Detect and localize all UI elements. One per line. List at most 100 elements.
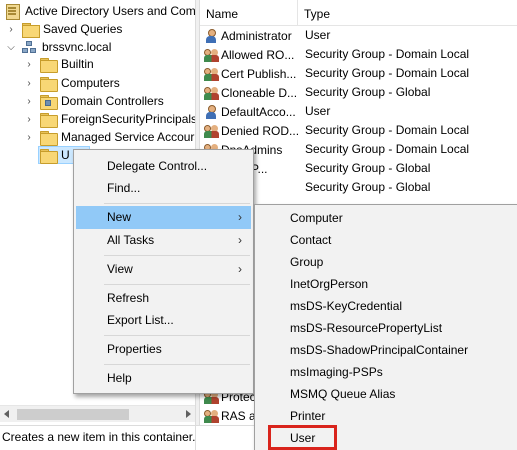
chevron-right-icon[interactable]: ›	[6, 20, 16, 38]
tree-item-builtin[interactable]: Builtin	[40, 55, 94, 73]
chevron-right-icon[interactable]: ›	[24, 92, 34, 110]
list-row[interactable]: Allowed RO... Security Group - Domain Loc…	[200, 45, 517, 64]
submenu-item-msmq-queue-alias[interactable]: MSMQ Queue Alias	[257, 383, 516, 406]
menu-item-view[interactable]: View ›	[76, 258, 251, 281]
menu-item-label: New	[107, 210, 132, 224]
tree-item-foreign-security-principals[interactable]: ForeignSecurityPrincipals	[40, 110, 195, 128]
chevron-right-icon[interactable]: ›	[24, 128, 34, 146]
tree-item-label: Builtin	[61, 57, 94, 71]
tree-item-saved-queries[interactable]: Saved Queries	[22, 20, 122, 38]
menu-item-label: Computer	[290, 211, 343, 225]
column-header-name[interactable]: Name	[200, 0, 298, 26]
tree-root[interactable]: Active Directory Users and Com	[4, 2, 195, 20]
list-row[interactable]: Administrator User	[200, 26, 517, 45]
menu-item-export-list[interactable]: Export List...	[76, 309, 251, 332]
menu-item-label: Properties	[107, 342, 162, 356]
submenu-item-msds-keycredential[interactable]: msDS-KeyCredential	[257, 295, 516, 318]
scroll-right-arrow-icon[interactable]	[186, 410, 191, 418]
row-type: Security Group - Global	[305, 161, 431, 175]
menu-item-help[interactable]: Help	[76, 367, 251, 390]
menu-item-label: Delegate Control...	[107, 159, 208, 173]
tree-item-computers[interactable]: Computers	[40, 74, 120, 92]
chevron-right-icon[interactable]: ›	[24, 74, 34, 92]
tree-item-managed-service-accounts[interactable]: Managed Service Accour	[40, 128, 194, 146]
user-icon	[204, 104, 218, 119]
menu-item-new[interactable]: New ›	[76, 206, 251, 229]
chevron-down-icon[interactable]: ⌵	[6, 38, 16, 56]
folder-icon	[40, 76, 58, 92]
submenu-arrow-icon: ›	[238, 233, 242, 247]
menu-item-label: Group	[290, 255, 324, 269]
submenu-item-group[interactable]: Group	[257, 251, 516, 274]
chevron-right-icon[interactable]: ›	[24, 55, 34, 73]
row-type: User	[305, 104, 331, 118]
menu-item-label: All Tasks	[107, 233, 155, 247]
row-name: Cert Publish...	[221, 66, 297, 81]
submenu-item-contact[interactable]: Contact	[257, 229, 516, 252]
row-type: User	[305, 28, 331, 42]
group-icon	[204, 48, 220, 62]
user-highlight-box	[268, 425, 337, 450]
cell-name: Cert Publish...	[204, 64, 300, 83]
tree-item-users[interactable]: U	[40, 146, 70, 164]
submenu-item-msds-resourcepropertylist[interactable]: msDS-ResourcePropertyList	[257, 317, 516, 340]
row-name: Allowed RO...	[221, 47, 295, 62]
tree-item-domain-controllers[interactable]: Domain Controllers	[40, 92, 164, 110]
menu-item-find[interactable]: Find...	[76, 177, 251, 200]
list-row[interactable]: Cert Publish... Security Group - Domain L…	[200, 64, 517, 83]
cell-name: Allowed RO...	[204, 45, 300, 64]
list-row[interactable]: DefaultAcco... User	[200, 102, 517, 121]
folder-icon	[40, 112, 58, 128]
submenu-item-computer[interactable]: Computer	[257, 207, 516, 230]
menu-item-label: MSMQ Queue Alias	[290, 387, 396, 401]
folder-icon	[40, 130, 58, 146]
tree-item-label: Managed Service Accour	[61, 130, 195, 144]
submenu-item-msds-shadowprincipalcontainer[interactable]: msDS-ShadowPrincipalContainer	[257, 339, 516, 362]
menu-item-label: msDS-ResourcePropertyList	[290, 321, 443, 335]
menu-item-label: InetOrgPerson	[290, 277, 369, 291]
row-type: Security Group - Domain Local	[305, 47, 470, 61]
menu-item-label: Help	[107, 371, 132, 385]
tree-item-label: brssvnc.local	[42, 40, 112, 54]
scroll-left-arrow-icon[interactable]	[4, 410, 9, 418]
scrollbar-thumb[interactable]	[17, 409, 129, 420]
new-submenu: Computer Contact Group InetOrgPerson msD…	[254, 204, 517, 450]
row-name: Cloneable D...	[221, 85, 298, 100]
list-row[interactable]: Denied ROD... Security Group - Domain Loc…	[200, 121, 517, 140]
menu-separator	[104, 284, 250, 285]
tree-item-label: Domain Controllers	[61, 94, 164, 108]
row-type: Security Group - Domain Local	[305, 123, 470, 137]
menu-item-properties[interactable]: Properties	[76, 338, 251, 361]
folder-icon	[40, 148, 58, 164]
menu-item-refresh[interactable]: Refresh	[76, 287, 251, 310]
row-type: Security Group - Global	[305, 85, 431, 99]
menu-item-all-tasks[interactable]: All Tasks ›	[76, 229, 251, 252]
list-header: Name Type	[200, 0, 517, 26]
menu-item-label: Printer	[290, 409, 326, 423]
group-icon	[204, 86, 220, 100]
submenu-item-msimaging-psps[interactable]: msImaging-PSPs	[257, 361, 516, 384]
row-type: Security Group - Domain Local	[305, 66, 470, 80]
status-separator	[195, 426, 196, 450]
tree-item-label: U	[61, 148, 70, 162]
chevron-right-icon[interactable]: ›	[24, 110, 34, 128]
menu-item-label: msImaging-PSPs	[290, 365, 383, 379]
menu-item-delegate-control[interactable]: Delegate Control...	[76, 155, 251, 178]
list-row[interactable]: Cloneable D... Security Group - Global	[200, 83, 517, 102]
menu-item-label: Export List...	[107, 313, 174, 327]
row-type: Security Group - Global	[305, 180, 431, 194]
cell-name: Denied ROD...	[204, 121, 300, 140]
tree-item-domain[interactable]: brssvnc.local	[22, 38, 111, 56]
submenu-item-inetorgperson[interactable]: InetOrgPerson	[257, 273, 516, 296]
menu-item-label: msDS-ShadowPrincipalContainer	[290, 343, 469, 357]
menu-item-label: msDS-KeyCredential	[290, 299, 403, 313]
folder-icon	[40, 57, 58, 73]
horizontal-scrollbar[interactable]	[0, 405, 195, 422]
column-header-type[interactable]: Type	[298, 0, 517, 26]
cell-name: DefaultAcco...	[204, 102, 300, 121]
group-icon	[204, 67, 220, 81]
menu-separator	[104, 203, 250, 204]
directory-console-icon	[4, 4, 20, 20]
menu-item-label: Contact	[290, 233, 332, 247]
tree-item-label: Computers	[61, 76, 120, 90]
